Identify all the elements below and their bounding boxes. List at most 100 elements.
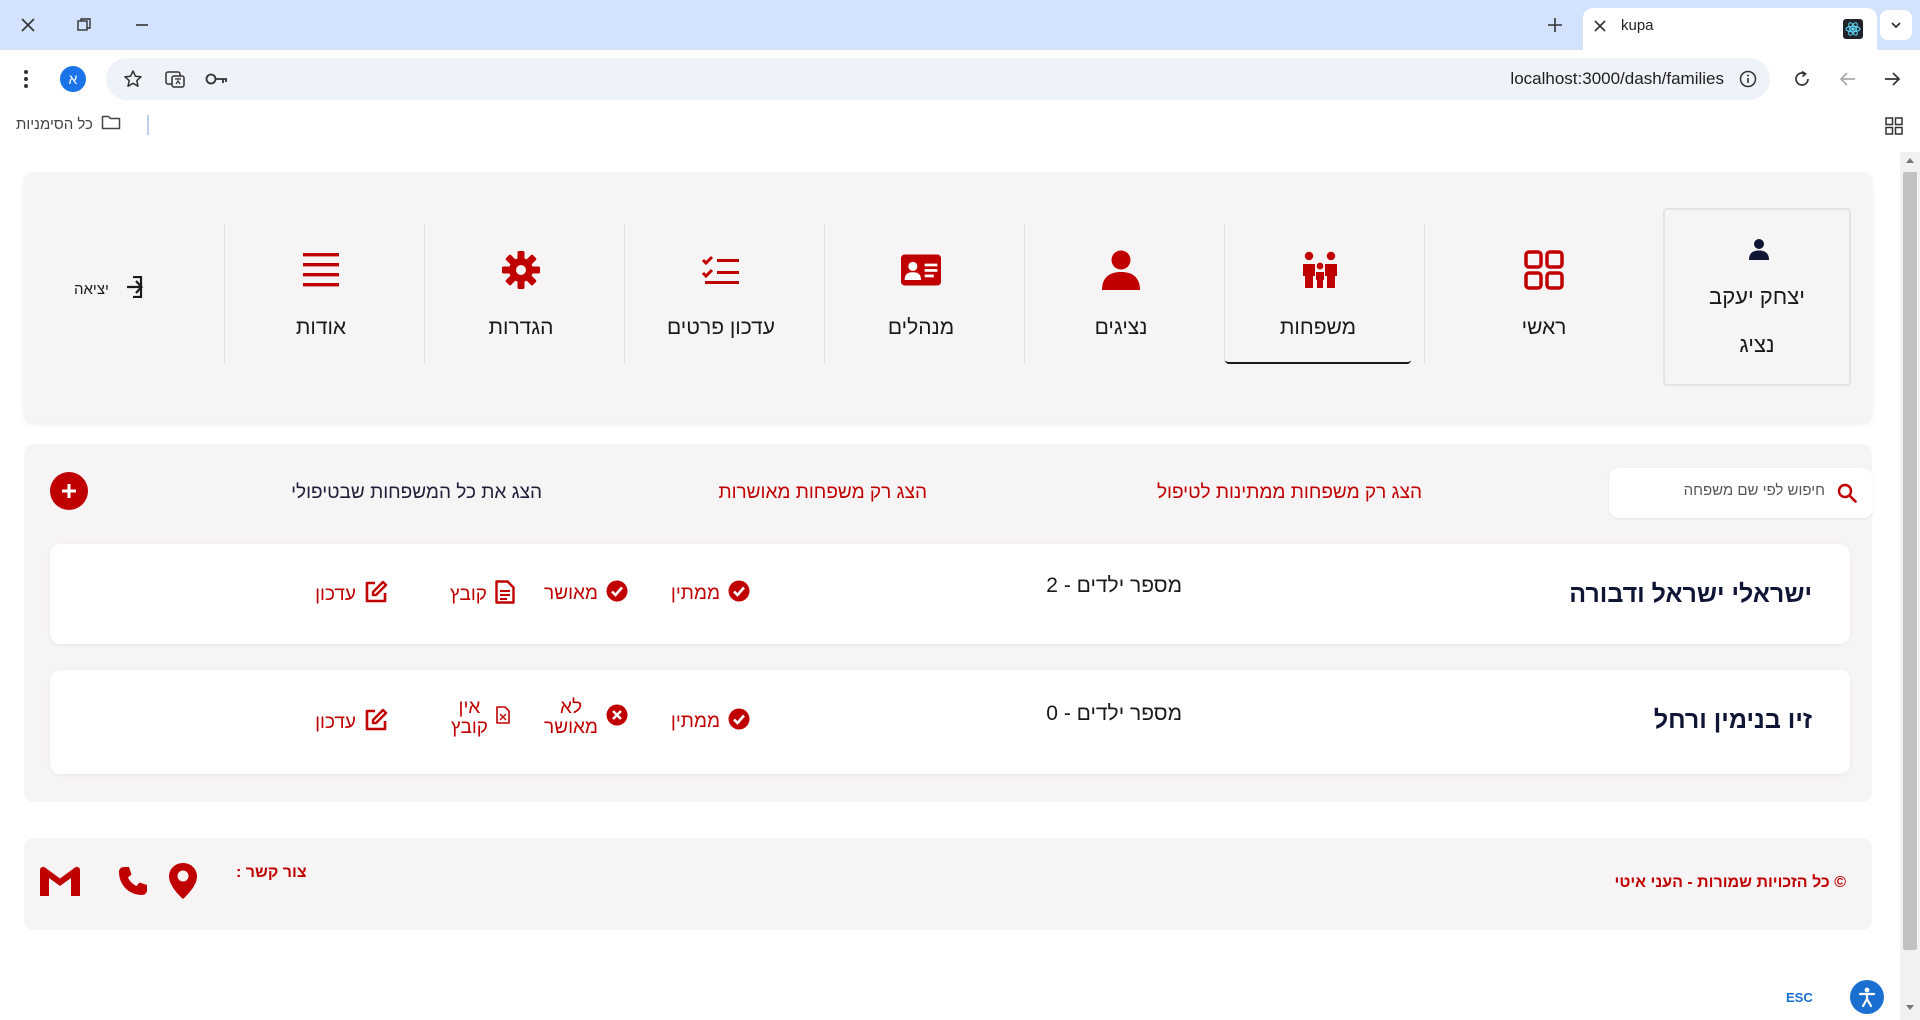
nav-divider (1424, 224, 1425, 364)
filter-pending-button[interactable]: הצג רק משפחות ממתינות לטיפול (1157, 482, 1422, 504)
nav-item-update-details[interactable]: עדכון פרטים (626, 224, 816, 364)
edit-icon (364, 708, 388, 738)
check-circle-icon (606, 580, 628, 608)
logout-button[interactable]: יציאה (74, 275, 143, 302)
family-search-box[interactable] (1609, 468, 1873, 518)
family-name: ישראלי ישראל ודבורה (1569, 580, 1812, 608)
minimize-window-icon[interactable] (124, 10, 160, 40)
x-circle-icon (606, 704, 628, 732)
file-missing-icon (496, 706, 510, 730)
nav-label-about: אודות (295, 316, 347, 339)
bookmarks-bar: כל הסימניות (0, 108, 1920, 142)
waiting-status[interactable]: ממתין (671, 580, 750, 608)
user-card: יצחק יעקב נציג (1663, 208, 1851, 386)
kids-count: מספר ילדים - 0 (1046, 702, 1182, 725)
nav-divider (224, 224, 225, 364)
edit-icon (364, 580, 388, 610)
user-role: נציג (1739, 332, 1775, 357)
nav-label-home: ראשי (1521, 316, 1567, 339)
bookmarks-divider (147, 115, 149, 135)
approval-status[interactable]: לא מאושר (544, 698, 628, 738)
close-window-icon[interactable] (10, 10, 46, 40)
apps-grid-icon[interactable] (1884, 116, 1904, 136)
browser-tab[interactable]: kupa (1583, 8, 1877, 50)
copyright-icon: © (1834, 874, 1846, 891)
site-info-icon[interactable] (1738, 69, 1758, 89)
all-bookmarks-label: כל הסימניות (16, 115, 93, 133)
all-bookmarks-button[interactable]: כל הסימניות (16, 114, 121, 134)
waiting-label: ממתין (670, 711, 720, 732)
file-label: קובץ (449, 584, 487, 605)
web-page: יצחק יעקב נציג ראשי משפחות נציגים מנהלים… (0, 142, 1906, 1020)
grid-icon (1524, 250, 1564, 290)
browser-toolbar: א localhost:3000/dash/families (0, 50, 1920, 108)
file-button[interactable]: קובץ (450, 580, 515, 610)
profile-avatar[interactable]: א (60, 66, 86, 92)
url-text[interactable]: localhost:3000/dash/families (1510, 69, 1724, 89)
main-nav-card: יצחק יעקב נציג ראשי משפחות נציגים מנהלים… (24, 172, 1872, 422)
restore-window-icon[interactable] (66, 10, 102, 40)
no-file-indicator: אין קובץ (451, 698, 510, 738)
contact-label: צור קשר : (236, 864, 307, 881)
nav-label-managers: מנהלים (887, 316, 955, 339)
forward-arrow-icon[interactable] (1880, 67, 1904, 91)
add-family-button[interactable] (50, 472, 88, 510)
key-icon[interactable] (204, 68, 230, 90)
logout-icon (119, 275, 143, 302)
copyright-label: כל הזכויות שמורות - העני איטי (1614, 874, 1830, 891)
families-list-card: הצג רק משפחות ממתינות לטיפול הצג רק משפח… (24, 444, 1873, 802)
family-row[interactable]: ישראלי ישראל ודבורה מספר ילדים - 2 ממתין… (50, 544, 1850, 644)
nav-divider (624, 224, 625, 364)
nav-label-families: משפחות (1279, 316, 1357, 339)
nav-item-representatives[interactable]: נציגים (1026, 224, 1216, 364)
family-search-input[interactable] (1635, 482, 1825, 499)
edit-button[interactable]: עדכון (315, 708, 388, 738)
tab-search-icon[interactable] (1880, 10, 1912, 40)
person-icon (1101, 250, 1141, 290)
tab-close-icon[interactable] (1593, 19, 1607, 38)
kebab-menu-icon[interactable] (14, 67, 38, 91)
checklist-icon (701, 250, 741, 290)
gmail-icon[interactable] (40, 866, 80, 896)
scrollbar-thumb[interactable] (1903, 172, 1917, 950)
translate-icon[interactable] (164, 68, 186, 90)
user-name: יצחק יעקב (1709, 284, 1805, 309)
filter-approved-button[interactable]: הצג רק משפחות מאושרות (718, 482, 927, 504)
nav-divider (1024, 224, 1025, 364)
phone-icon[interactable] (118, 866, 148, 896)
family-row[interactable]: זיו בנימין ורחל מספר ילדים - 0 ממתין לא … (50, 670, 1850, 774)
nav-item-home[interactable]: ראשי (1449, 224, 1639, 364)
approval-label: לא מאושר (544, 698, 598, 738)
user-icon (1749, 238, 1769, 265)
new-tab-icon[interactable] (1540, 11, 1570, 39)
kids-count: מספר ילדים - 2 (1046, 574, 1182, 597)
approval-label-line-1: לא (560, 697, 583, 718)
star-icon[interactable] (122, 68, 144, 90)
page-scrollbar[interactable] (1900, 152, 1920, 1020)
address-bar[interactable]: localhost:3000/dash/families (106, 58, 1770, 100)
tab-title: kupa (1621, 17, 1654, 34)
waiting-status[interactable]: ממתין (671, 708, 750, 736)
approval-status[interactable]: מאושר (544, 580, 628, 608)
nav-label-update-details: עדכון פרטים (666, 316, 775, 339)
no-file-label: אין קובץ (451, 698, 488, 738)
gear-icon (501, 250, 541, 290)
scroll-up-icon (1906, 158, 1914, 163)
no-file-label-line-2: קובץ (450, 717, 488, 738)
accessibility-icon[interactable] (1850, 980, 1884, 1014)
esc-label[interactable]: ESC (1786, 990, 1813, 1005)
edit-button[interactable]: עדכון (315, 580, 388, 610)
nav-item-managers[interactable]: מנהלים (826, 224, 1016, 364)
family-icon (1300, 250, 1340, 290)
document-icon (495, 580, 515, 610)
location-pin-icon[interactable] (168, 862, 198, 900)
nav-label-representatives: נציגים (1094, 316, 1148, 339)
browser-tabstrip: kupa (0, 0, 1920, 50)
reload-icon[interactable] (1790, 67, 1814, 91)
nav-item-settings[interactable]: הגדרות (426, 224, 616, 364)
nav-item-families[interactable]: משפחות (1225, 224, 1411, 364)
filter-mine-button[interactable]: הצג את כל המשפחות שבטיפולי (291, 482, 542, 504)
back-arrow-icon[interactable] (1836, 67, 1860, 91)
menu-lines-icon (301, 250, 341, 290)
nav-item-about[interactable]: אודות (226, 224, 416, 364)
